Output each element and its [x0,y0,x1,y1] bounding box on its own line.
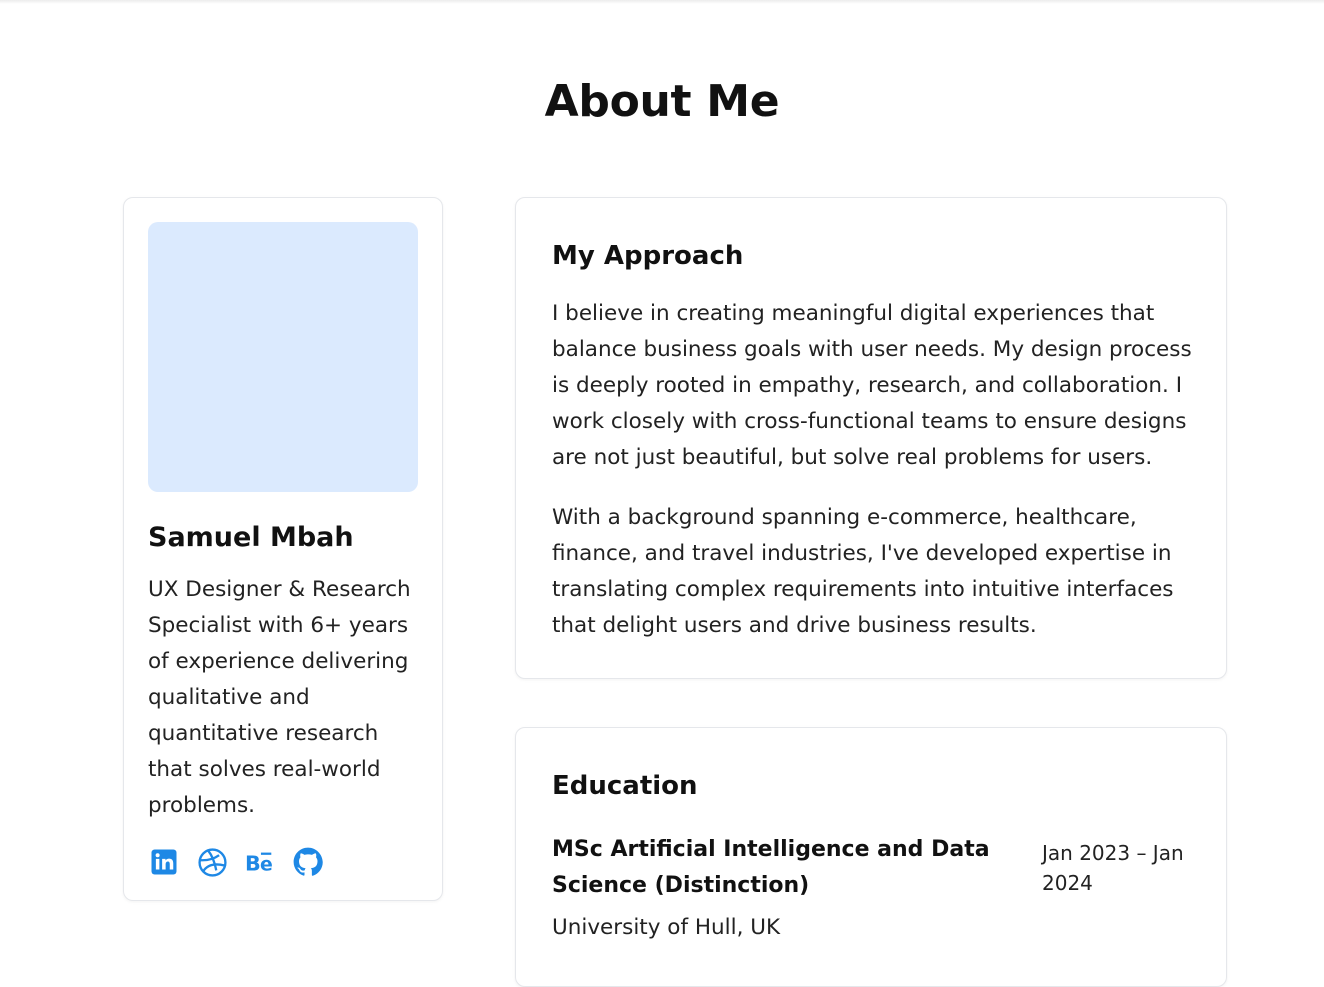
approach-title: My Approach [552,241,744,271]
approach-card: My Approach I believe in creating meanin… [515,197,1227,679]
dribbble-icon[interactable] [196,846,228,878]
social-links: B e [148,846,324,878]
education-card: Education MSc Artificial Intelligence an… [515,727,1227,987]
page-title: About Me [544,76,780,127]
top-border [0,0,1324,4]
profile-name: Samuel Mbah [148,522,354,553]
approach-paragraph: I believe in creating meaningful digital… [552,301,1192,470]
profile-card: Samuel Mbah UX Designer & Research Speci… [123,197,443,901]
avatar [148,222,418,492]
approach-paragraph: With a background spanning e-commerce, h… [552,505,1174,638]
svg-text:B: B [245,851,261,875]
svg-text:e: e [260,854,273,875]
degree-title: MSc Artificial Intelligence and Data Sci… [552,837,990,898]
profile-bio: UX Designer & Research Specialist with 6… [148,577,411,818]
linkedin-icon[interactable] [148,846,180,878]
degree-school: University of Hull, UK [552,915,781,940]
github-icon[interactable] [292,846,324,878]
education-title: Education [552,771,698,801]
degree-dates: Jan 2023 – Jan 2024 [1042,841,1184,895]
behance-icon[interactable]: B e [244,846,276,878]
